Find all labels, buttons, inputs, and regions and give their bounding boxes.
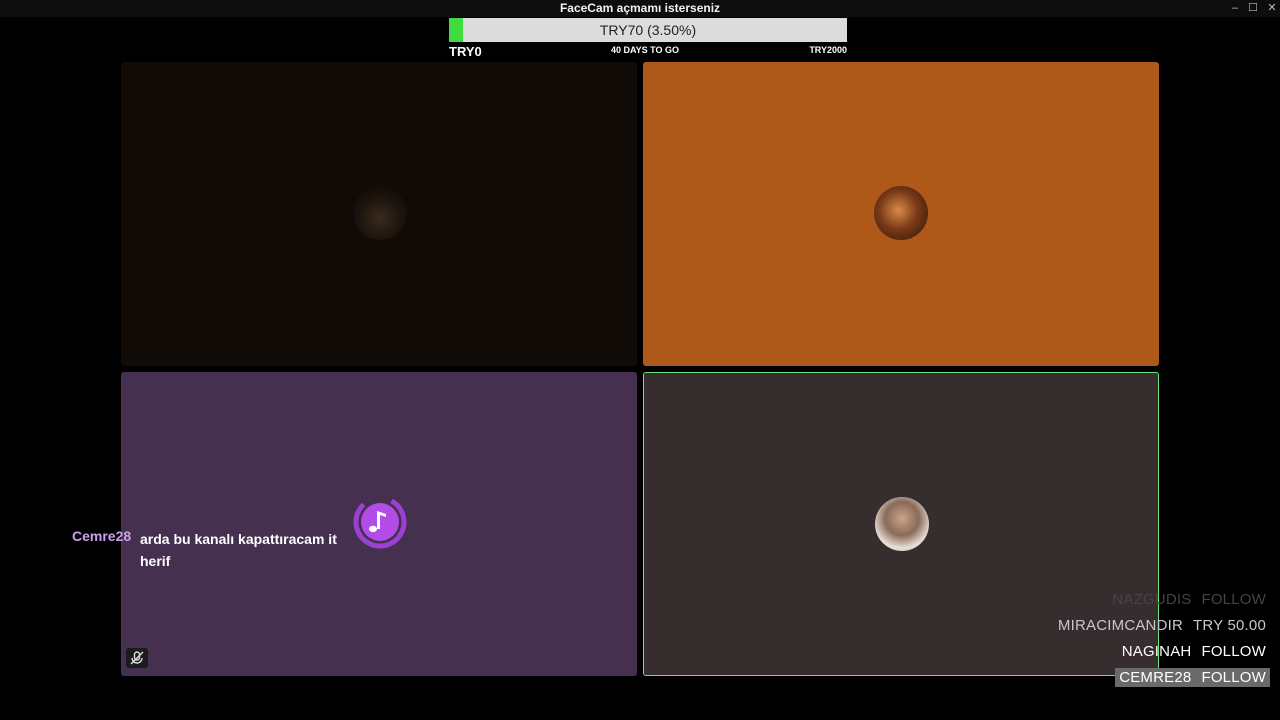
chat-username: Cemre28 <box>72 528 132 544</box>
maximize-icon[interactable]: ☐ <box>1246 1 1260 15</box>
chat-message: arda bu kanalı kapattıracam it herif <box>140 531 337 569</box>
muted-mic-icon[interactable] <box>126 648 148 668</box>
goal-progress-text: TRY70 (3.50%) <box>599 22 697 38</box>
event-user: NAGINAH <box>1121 643 1192 660</box>
title-bar: FaceCam açmamı isterseniz – ☐ ✕ <box>0 0 1280 17</box>
goal-days-label: 40 DAYS TO GO <box>610 45 680 55</box>
participant-tile-1[interactable] <box>121 62 637 366</box>
close-icon[interactable]: ✕ <box>1265 1 1279 15</box>
participant-tile-2[interactable] <box>643 62 1159 366</box>
participant-avatar <box>874 186 928 240</box>
window-title: FaceCam açmamı isterseniz <box>559 1 721 15</box>
event-action: FOLLOW <box>1201 643 1266 660</box>
minimize-icon[interactable]: – <box>1228 1 1242 15</box>
participant-avatar <box>875 497 929 551</box>
event-feed-item: NAGINAH FOLLOW <box>1118 642 1270 661</box>
event-action: FOLLOW <box>1201 591 1266 608</box>
goal-progress-bar: TRY70 (3.50%) <box>449 18 847 42</box>
event-feed-item: MIRACIMCANDIR TRY 50.00 <box>1054 616 1270 635</box>
event-feed-item: NAZGUDIS FOLLOW <box>1108 590 1270 609</box>
participant-tile-3[interactable] <box>121 372 637 676</box>
goal-max-label: TRY2000 <box>809 45 847 55</box>
event-feed-item: CEMRE28 FOLLOW <box>1115 668 1270 687</box>
event-action: FOLLOW <box>1201 669 1266 686</box>
music-note-icon <box>353 495 407 549</box>
participant-avatar <box>353 186 407 240</box>
goal-min-label: TRY0 <box>449 44 482 59</box>
event-user: NAZGUDIS <box>1112 591 1192 608</box>
event-user: CEMRE28 <box>1119 669 1192 686</box>
event-user: MIRACIMCANDIR <box>1057 617 1184 634</box>
event-action: TRY 50.00 <box>1193 617 1266 634</box>
